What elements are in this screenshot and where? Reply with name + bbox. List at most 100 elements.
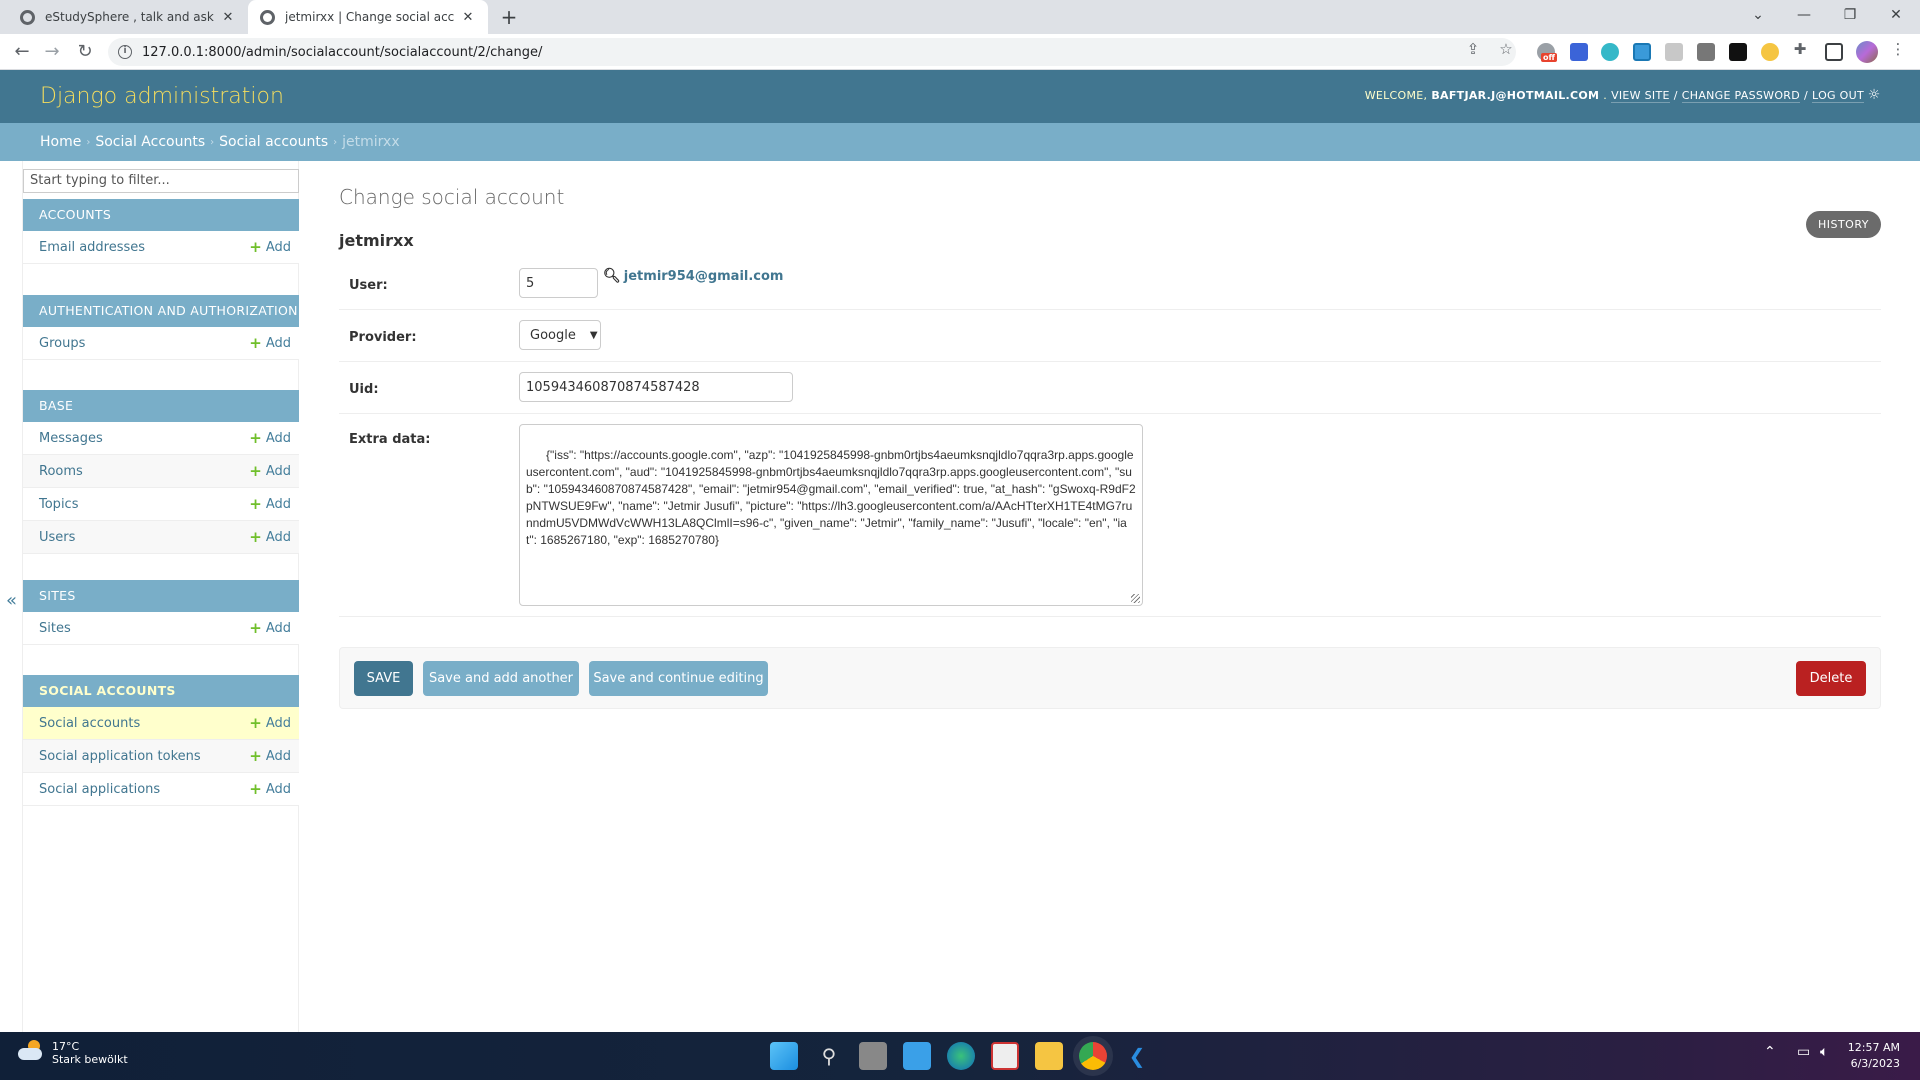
add-link[interactable]: + Add xyxy=(249,495,291,513)
extra-data-value: {"iss": "https://accounts.google.com", "… xyxy=(526,448,1136,547)
address-bar[interactable]: i 127.0.0.1:8000/admin/socialaccount/soc… xyxy=(108,38,1516,66)
module-caption[interactable]: BASE xyxy=(23,390,299,422)
globe-icon xyxy=(20,9,35,25)
user-lookup-link[interactable]: jetmir954@gmail.com xyxy=(624,269,784,284)
task-view-icon[interactable] xyxy=(859,1042,887,1070)
add-link[interactable]: + Add xyxy=(249,238,291,256)
history-button[interactable]: HISTORY xyxy=(1805,211,1881,238)
extension-h-icon[interactable] xyxy=(1665,43,1683,61)
add-link[interactable]: + Add xyxy=(249,619,291,637)
model-link[interactable]: Topics xyxy=(39,497,78,512)
add-link[interactable]: + Add xyxy=(249,528,291,546)
user-id-input[interactable]: 5 xyxy=(519,268,598,298)
extension-off-icon[interactable]: off xyxy=(1537,43,1557,62)
model-link[interactable]: Social applications xyxy=(39,782,160,797)
username: BAFTJAR.J@HOTMAIL.COM xyxy=(1431,89,1600,102)
add-link[interactable]: + Add xyxy=(249,780,291,798)
delete-button[interactable]: Delete xyxy=(1796,661,1866,696)
form-row-extra-data: Extra data: {"iss": "https://accounts.go… xyxy=(339,414,1881,617)
add-link[interactable]: + Add xyxy=(249,714,291,732)
close-window-button[interactable]: ✕ xyxy=(1873,0,1919,30)
volume-icon[interactable]: 🔈︎ xyxy=(1820,1044,1828,1060)
module-caption[interactable]: ACCOUNTS xyxy=(23,199,299,231)
network-icon[interactable]: ▭ xyxy=(1797,1044,1810,1060)
uid-input[interactable]: 105943460870874587428 xyxy=(519,372,793,402)
model-link[interactable]: Social application tokens xyxy=(39,749,201,764)
add-link[interactable]: + Add xyxy=(249,462,291,480)
model-link[interactable]: Sites xyxy=(39,621,71,636)
file-explorer-icon[interactable] xyxy=(1035,1042,1063,1070)
site-branding[interactable]: Django administration xyxy=(40,84,284,109)
module-auth: AUTHENTICATION AND AUTHORIZATION Groups … xyxy=(23,295,299,360)
extension-function-icon[interactable] xyxy=(1697,43,1715,61)
save-and-add-another-button[interactable]: Save and add another xyxy=(423,661,579,696)
extension-screenshot-icon[interactable] xyxy=(1633,43,1651,61)
start-windows-icon[interactable] xyxy=(770,1042,798,1070)
add-link[interactable]: + Add xyxy=(249,747,291,765)
search-lookup-icon[interactable]: 🔍︎ xyxy=(603,268,621,284)
add-label: Add xyxy=(265,529,291,545)
forward-arrow-icon[interactable]: → xyxy=(40,40,64,64)
extension-diagram-icon[interactable] xyxy=(1570,43,1588,61)
menu-kebab-icon[interactable]: ⋮ xyxy=(1889,40,1907,58)
close-tab-icon[interactable]: ✕ xyxy=(220,10,236,25)
reload-icon[interactable]: ↻ xyxy=(73,40,97,64)
model-link[interactable]: Social accounts xyxy=(39,716,140,731)
user-label: User: xyxy=(349,278,388,293)
tab-search-icon[interactable]: ⌄ xyxy=(1735,0,1781,30)
snipping-tool-icon[interactable] xyxy=(991,1042,1019,1070)
extension-compass-icon[interactable] xyxy=(1761,43,1779,61)
add-link[interactable]: + Add xyxy=(249,334,291,352)
model-link[interactable]: Rooms xyxy=(39,464,83,479)
model-link[interactable]: Messages xyxy=(39,431,103,446)
back-arrow-icon[interactable]: ← xyxy=(10,40,34,64)
provider-selected-value: Google xyxy=(530,327,576,343)
save-and-continue-editing-button[interactable]: Save and continue editing xyxy=(589,661,768,696)
close-tab-icon[interactable]: ✕ xyxy=(460,10,476,25)
provider-select[interactable]: Google ▼ xyxy=(519,320,601,350)
search-icon[interactable]: ⚲ xyxy=(815,1042,843,1070)
save-button[interactable]: SAVE xyxy=(354,661,413,696)
extension-wolf-icon[interactable] xyxy=(1729,43,1747,61)
vscode-icon[interactable]: ❮ xyxy=(1123,1042,1151,1070)
browser-tab-change-social-account[interactable]: jetmirxx | Change social account | ✕ xyxy=(248,0,488,34)
chrome-browser-icon[interactable] xyxy=(1073,1036,1113,1076)
weather-widget[interactable]: 17°C Stark bewölkt xyxy=(18,1040,128,1066)
edge-browser-icon[interactable] xyxy=(947,1042,975,1070)
bookmark-star-icon[interactable]: ☆ xyxy=(1497,40,1515,58)
module-caption[interactable]: SITES xyxy=(23,580,299,612)
log-out-link[interactable]: LOG OUT xyxy=(1812,89,1864,103)
profile-avatar[interactable] xyxy=(1856,41,1878,63)
restore-button[interactable]: ❐ xyxy=(1827,0,1873,30)
breadcrumb-social-accounts-model[interactable]: Social accounts xyxy=(219,134,328,150)
model-link[interactable]: Email addresses xyxy=(39,240,145,255)
add-link[interactable]: + Add xyxy=(249,429,291,447)
model-link[interactable]: Users xyxy=(39,530,75,545)
share-icon[interactable]: ⇪ xyxy=(1464,40,1482,58)
extra-data-textarea[interactable]: {"iss": "https://accounts.google.com", "… xyxy=(519,424,1143,606)
side-panel-icon[interactable] xyxy=(1825,43,1843,61)
model-link[interactable]: Groups xyxy=(39,336,85,351)
show-hidden-icons-chevron[interactable]: ⌃ xyxy=(1764,1044,1776,1060)
url-text: 127.0.0.1:8000/admin/socialaccount/socia… xyxy=(142,44,543,60)
module-caption[interactable]: AUTHENTICATION AND AUTHORIZATION xyxy=(23,295,299,327)
add-label: Add xyxy=(265,620,291,636)
breadcrumb-social-accounts-app[interactable]: Social Accounts xyxy=(95,134,205,150)
site-info-icon[interactable]: i xyxy=(118,45,132,59)
view-site-link[interactable]: VIEW SITE xyxy=(1611,89,1670,103)
breadcrumb-home[interactable]: Home xyxy=(40,134,81,150)
extensions-puzzle-icon[interactable]: ✚ xyxy=(1791,40,1809,58)
change-password-link[interactable]: CHANGE PASSWORD xyxy=(1681,89,1801,103)
microsoft-store-icon[interactable] xyxy=(903,1042,931,1070)
sidebar-item-social-applications: Social applications + Add xyxy=(23,773,299,806)
resize-handle[interactable] xyxy=(1131,594,1140,603)
nav-filter-input[interactable]: Start typing to filter... xyxy=(23,169,299,193)
minimize-button[interactable]: — xyxy=(1781,0,1827,30)
theme-toggle-sun-icon[interactable]: ☼ xyxy=(1866,87,1882,103)
collapse-sidebar-button[interactable]: « xyxy=(6,590,17,611)
new-tab-button[interactable]: + xyxy=(496,4,522,30)
system-clock[interactable]: 12:57 AM 6/3/2023 xyxy=(1848,1040,1900,1072)
browser-tab-estudysphere[interactable]: eStudySphere , talk and ask abou ✕ xyxy=(8,0,248,34)
extension-web-icon[interactable] xyxy=(1601,43,1619,61)
module-caption[interactable]: SOCIAL ACCOUNTS xyxy=(23,675,299,707)
